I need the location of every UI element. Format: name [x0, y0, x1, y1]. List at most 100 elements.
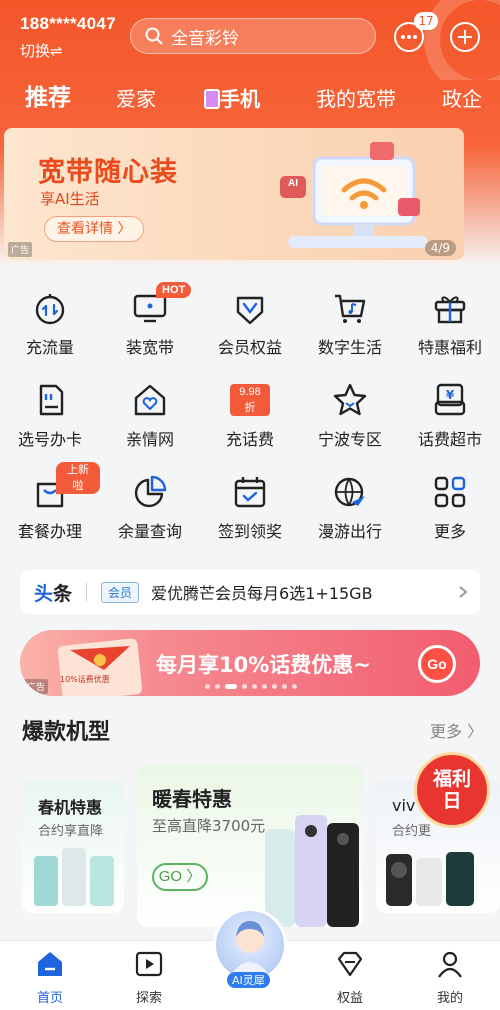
banner-detail-button[interactable]: 查看详情 〉 — [44, 216, 145, 242]
plus-icon — [458, 30, 472, 44]
headline-ticker[interactable]: 头条 会员 爱优腾芒会员每月6选1+15GB — [20, 570, 480, 614]
add-button[interactable] — [450, 22, 480, 52]
promo-card-label: 10%话费优惠 — [60, 675, 110, 684]
globe-plane-icon — [334, 477, 365, 507]
grid-label: 数字生活 — [317, 338, 382, 357]
message-dots-icon — [401, 35, 417, 39]
welfare-line1: 福利 — [432, 768, 471, 790]
new-badge: 上新啦 — [56, 462, 100, 494]
calendar-check-icon — [234, 477, 266, 508]
phone-number: 188****4047 — [20, 14, 116, 33]
header-decoration — [424, 0, 500, 80]
headline-text: 爱优腾芒会员每月6选1+15GB — [151, 584, 373, 603]
phone-tab-icon — [204, 89, 220, 109]
tab-recommend[interactable]: 推荐 — [25, 78, 71, 112]
ai-assistant-button[interactable] — [213, 908, 287, 982]
grid-item-balance[interactable]: 余量查询 — [100, 472, 200, 542]
tab-home[interactable]: 爱家 — [116, 83, 156, 112]
grid-item-family-net[interactable]: 亲情网 — [100, 380, 200, 450]
nav-home[interactable]: 首页 — [20, 949, 80, 1006]
tab-enterprise[interactable]: 政企 — [442, 83, 482, 112]
nav-benefits[interactable]: 权益 — [320, 949, 380, 1006]
welfare-day-float-button[interactable]: 福利 日 — [414, 752, 490, 828]
divider — [86, 583, 88, 601]
grid-item-more[interactable]: 更多 — [400, 472, 500, 542]
switch-account-button[interactable]: 切换⇌ — [20, 40, 63, 61]
data-drop-icon — [35, 294, 65, 325]
grid-item-plan[interactable]: 套餐办理 上新啦 — [0, 462, 100, 542]
grid-label: 话费超市 — [417, 430, 482, 449]
card-title: viv — [392, 796, 416, 815]
promo-text: 每月享10%话费优惠~ — [156, 653, 371, 677]
card-subtitle: 至高直降3700元 — [152, 817, 266, 835]
grid-label: 更多 — [433, 522, 466, 541]
grid-item-sim-card[interactable]: 选号办卡 — [0, 380, 100, 450]
svg-text:¥: ¥ — [446, 388, 455, 402]
grid-item-checkin[interactable]: 签到领奖 — [200, 472, 300, 542]
sim-card-icon — [39, 384, 64, 416]
ad-label: 广告 — [8, 242, 33, 257]
grid-label: 充话费 — [225, 430, 274, 449]
pie-chart-icon — [134, 475, 167, 508]
headline-title: 头条 — [34, 579, 72, 606]
ai-badge-text: AI — [288, 178, 298, 189]
grid-item-broadband[interactable]: 装宽带 HOT — [100, 282, 200, 358]
nav-label: 探索 — [135, 991, 162, 1006]
tab-phone[interactable]: 手机 — [204, 83, 260, 112]
section-more-link[interactable]: 更多 〉 — [430, 718, 483, 742]
grid-label: 套餐办理 — [17, 522, 82, 541]
search-bar[interactable]: 全音彩铃 — [130, 18, 376, 54]
grid-label: 漫游出行 — [317, 522, 382, 541]
nav-mine[interactable]: 我的 — [420, 949, 480, 1006]
phones-illustration — [34, 848, 114, 906]
grid-label: 亲情网 — [125, 430, 174, 449]
home-icon — [38, 952, 62, 976]
grid-label: 宁波专区 — [317, 430, 382, 449]
ad-label: 广告 — [24, 679, 49, 694]
card-title: 春机特惠 — [38, 798, 103, 817]
computer-wifi-illustration — [280, 142, 428, 248]
broadband-banner[interactable]: 宽带随心装 享AI生活 查看详情 〉 AI 广告 4/9 — [4, 128, 464, 260]
gift-icon — [434, 296, 466, 324]
nav-explore[interactable]: 探索 — [119, 949, 179, 1006]
bill-shop-icon: ¥ — [434, 383, 466, 416]
product-card-warm-spring[interactable]: 暖春特惠 至高直降3700元 GO 〉 — [137, 765, 363, 927]
tab-phone-label: 手机 — [220, 87, 260, 111]
card-subtitle: 合约享直降 — [38, 824, 104, 839]
grid-label: 特惠福利 — [417, 338, 482, 357]
chevron-right-icon — [459, 586, 468, 598]
welfare-line2: 日 — [442, 790, 462, 812]
grid-item-data-recharge[interactable]: 充流量 — [0, 288, 100, 358]
grid-item-roaming[interactable]: 漫游出行 — [300, 472, 400, 542]
hot-badge: HOT — [156, 282, 192, 298]
grid-item-ningbo[interactable]: 宁波专区 — [300, 380, 400, 450]
cart-music-icon — [335, 294, 366, 323]
banner-subtitle: 享AI生活 — [40, 190, 100, 208]
grid-label: 选号办卡 — [17, 430, 82, 449]
tab-broadband[interactable]: 我的宽带 — [316, 83, 396, 112]
banner-title: 宽带随心装 — [38, 157, 178, 188]
grid-item-membership[interactable]: 会员权益 — [200, 288, 300, 358]
headline-title-b: 条 — [53, 582, 73, 605]
diamond-icon — [337, 951, 363, 977]
grid-label: 充流量 — [25, 338, 74, 357]
nav-label: 我的 — [436, 991, 463, 1006]
phones-illustration — [265, 815, 359, 927]
grid-label: 签到领奖 — [217, 522, 282, 541]
star-icon — [333, 383, 367, 416]
search-icon — [145, 27, 163, 45]
grid-item-welfare[interactable]: 特惠福利 — [400, 288, 500, 358]
card-go-button[interactable]: GO 〉 — [152, 863, 208, 891]
grid-label: 装宽带 — [125, 338, 174, 357]
section-title: 爆款机型 — [22, 720, 111, 745]
play-icon — [135, 951, 163, 977]
product-card-spring[interactable]: 春机特惠 合约享直降 — [22, 780, 124, 913]
grid-item-bill-market[interactable]: ¥ 话费超市 — [400, 380, 500, 450]
banner-pager: 4/9 — [424, 240, 456, 256]
grid-item-phone-recharge[interactable]: 9.98折 充话费 — [200, 380, 300, 450]
nav-label: 首页 — [36, 991, 63, 1006]
discount-badge: 9.98折 — [230, 384, 270, 416]
promo-go-button[interactable]: Go — [418, 645, 456, 683]
grid-item-digital-life[interactable]: 数字生活 — [300, 288, 400, 358]
more-grid-icon — [434, 476, 466, 508]
